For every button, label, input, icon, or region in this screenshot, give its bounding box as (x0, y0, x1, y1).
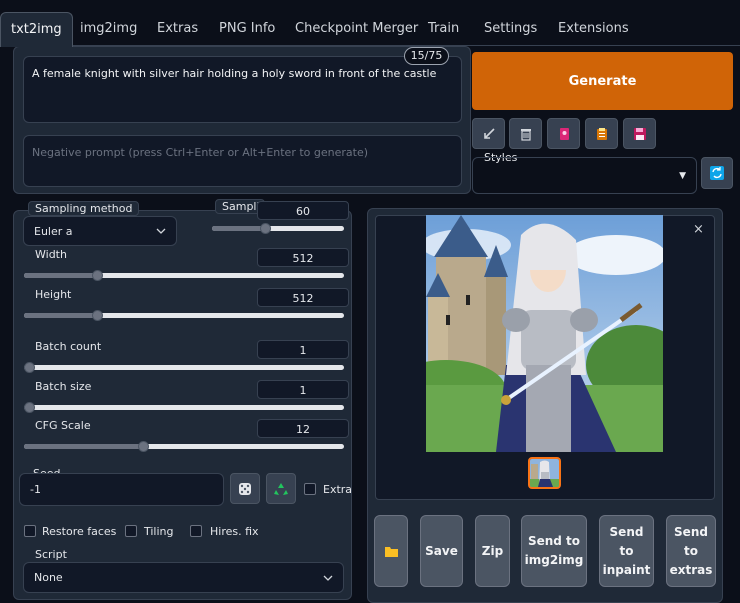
slider-fill (212, 226, 265, 231)
generated-image[interactable] (426, 215, 663, 452)
read-params-button[interactable] (472, 118, 505, 149)
arrow-icon (483, 127, 495, 139)
random-seed-button[interactable] (230, 473, 260, 504)
cfg-scale-input[interactable]: 12 (257, 419, 349, 438)
book-icon (559, 127, 569, 140)
folder-icon (384, 546, 398, 557)
caret-down-icon: ▼ (679, 170, 686, 181)
batch-size-input[interactable]: 1 (257, 380, 349, 399)
styles-dropdown[interactable]: ▼ (472, 157, 697, 194)
slider-thumb[interactable] (24, 402, 35, 413)
clipboard-icon (596, 127, 607, 140)
height-slider[interactable] (24, 310, 344, 321)
tab-extras[interactable]: Extras (157, 12, 198, 46)
refresh-styles-button[interactable] (701, 157, 733, 189)
height-label: Height (35, 288, 72, 301)
slider-thumb[interactable] (24, 362, 35, 373)
slider-fill (24, 273, 97, 278)
batch-size-label: Batch size (35, 380, 92, 393)
recycle-icon (274, 482, 288, 495)
floppy-icon (633, 127, 646, 140)
cfg-scale-label: CFG Scale (35, 419, 91, 432)
width-input[interactable]: 512 (257, 248, 349, 267)
slider-fill (24, 313, 97, 318)
script-dropdown[interactable]: None (23, 562, 344, 593)
slider-thumb[interactable] (92, 310, 103, 321)
dice-icon (239, 482, 251, 495)
cfg-scale-slider[interactable] (24, 441, 344, 452)
tiling-checkbox[interactable] (125, 525, 137, 537)
chevron-down-icon (323, 575, 333, 581)
open-folder-button[interactable] (374, 515, 408, 587)
chevron-down-icon (156, 228, 166, 234)
save-style-button[interactable] (623, 118, 656, 149)
sampling-steps-input[interactable]: 60 (257, 201, 349, 220)
tiling-label: Tiling (144, 525, 174, 538)
tab-checkpoint-merger[interactable]: Checkpoint Merger (295, 12, 418, 46)
tab-extensions[interactable]: Extensions (558, 12, 629, 46)
close-icon[interactable]: × (693, 222, 704, 237)
sampling-method-dropdown[interactable]: Euler a (23, 216, 177, 246)
width-slider[interactable] (24, 270, 344, 281)
width-label: Width (35, 248, 67, 261)
tab-png-info[interactable]: PNG Info (219, 12, 275, 46)
tab-img2img[interactable]: img2img (80, 12, 137, 46)
batch-count-input[interactable]: 1 (257, 340, 349, 359)
token-counter: 15/75 (404, 47, 449, 65)
height-input[interactable]: 512 (257, 288, 349, 307)
extra-seed-checkbox[interactable] (304, 483, 316, 495)
save-button[interactable]: Save (420, 515, 463, 587)
negative-prompt-input[interactable]: Negative prompt (press Ctrl+Enter or Alt… (23, 135, 462, 187)
batch-count-label: Batch count (35, 340, 102, 353)
sampling-method-value: Euler a (34, 224, 73, 238)
slider-thumb[interactable] (260, 223, 271, 234)
send-to-inpaint-button[interactable]: Send to inpaint (599, 515, 654, 587)
show-extra-networks-button[interactable] (547, 118, 580, 149)
tab-txt2img[interactable]: txt2img (0, 12, 73, 47)
refresh-icon (710, 166, 724, 180)
clear-prompt-button[interactable] (509, 118, 542, 149)
slider-fill (24, 444, 143, 449)
gallery-thumbnail[interactable] (528, 457, 561, 489)
script-value: None (34, 571, 63, 584)
tab-train[interactable]: Train (428, 12, 459, 46)
sampling-method-label: Sampling method (28, 201, 140, 216)
send-to-img2img-button[interactable]: Send to img2img (521, 515, 587, 587)
tab-settings[interactable]: Settings (484, 12, 537, 46)
zip-button[interactable]: Zip (475, 515, 510, 587)
batch-size-slider[interactable] (24, 402, 344, 413)
script-label: Script (35, 548, 67, 561)
slider-thumb[interactable] (92, 270, 103, 281)
sampling-steps-slider[interactable] (212, 223, 344, 234)
extra-seed-label: Extra (323, 483, 353, 496)
seed-value: -1 (30, 483, 41, 496)
tab-bar: txt2img img2img Extras PNG Info Checkpoi… (0, 12, 740, 47)
batch-count-slider[interactable] (24, 362, 344, 373)
hires-fix-label: Hires. fix (210, 525, 259, 538)
hires-fix-checkbox[interactable] (190, 525, 202, 537)
restore-faces-label: Restore faces (42, 525, 117, 538)
restore-faces-checkbox[interactable] (24, 525, 36, 537)
thumbnail-image (530, 459, 559, 487)
prompt-input[interactable]: A female knight with silver hair holding… (23, 56, 462, 123)
send-to-extras-button[interactable]: Send to extras (666, 515, 716, 587)
trash-icon (520, 128, 531, 141)
slider-thumb[interactable] (138, 441, 149, 452)
apply-style-button[interactable] (585, 118, 618, 149)
generate-button[interactable]: Generate (472, 52, 733, 110)
reuse-seed-button[interactable] (266, 473, 296, 504)
seed-input[interactable]: -1 (19, 473, 224, 506)
